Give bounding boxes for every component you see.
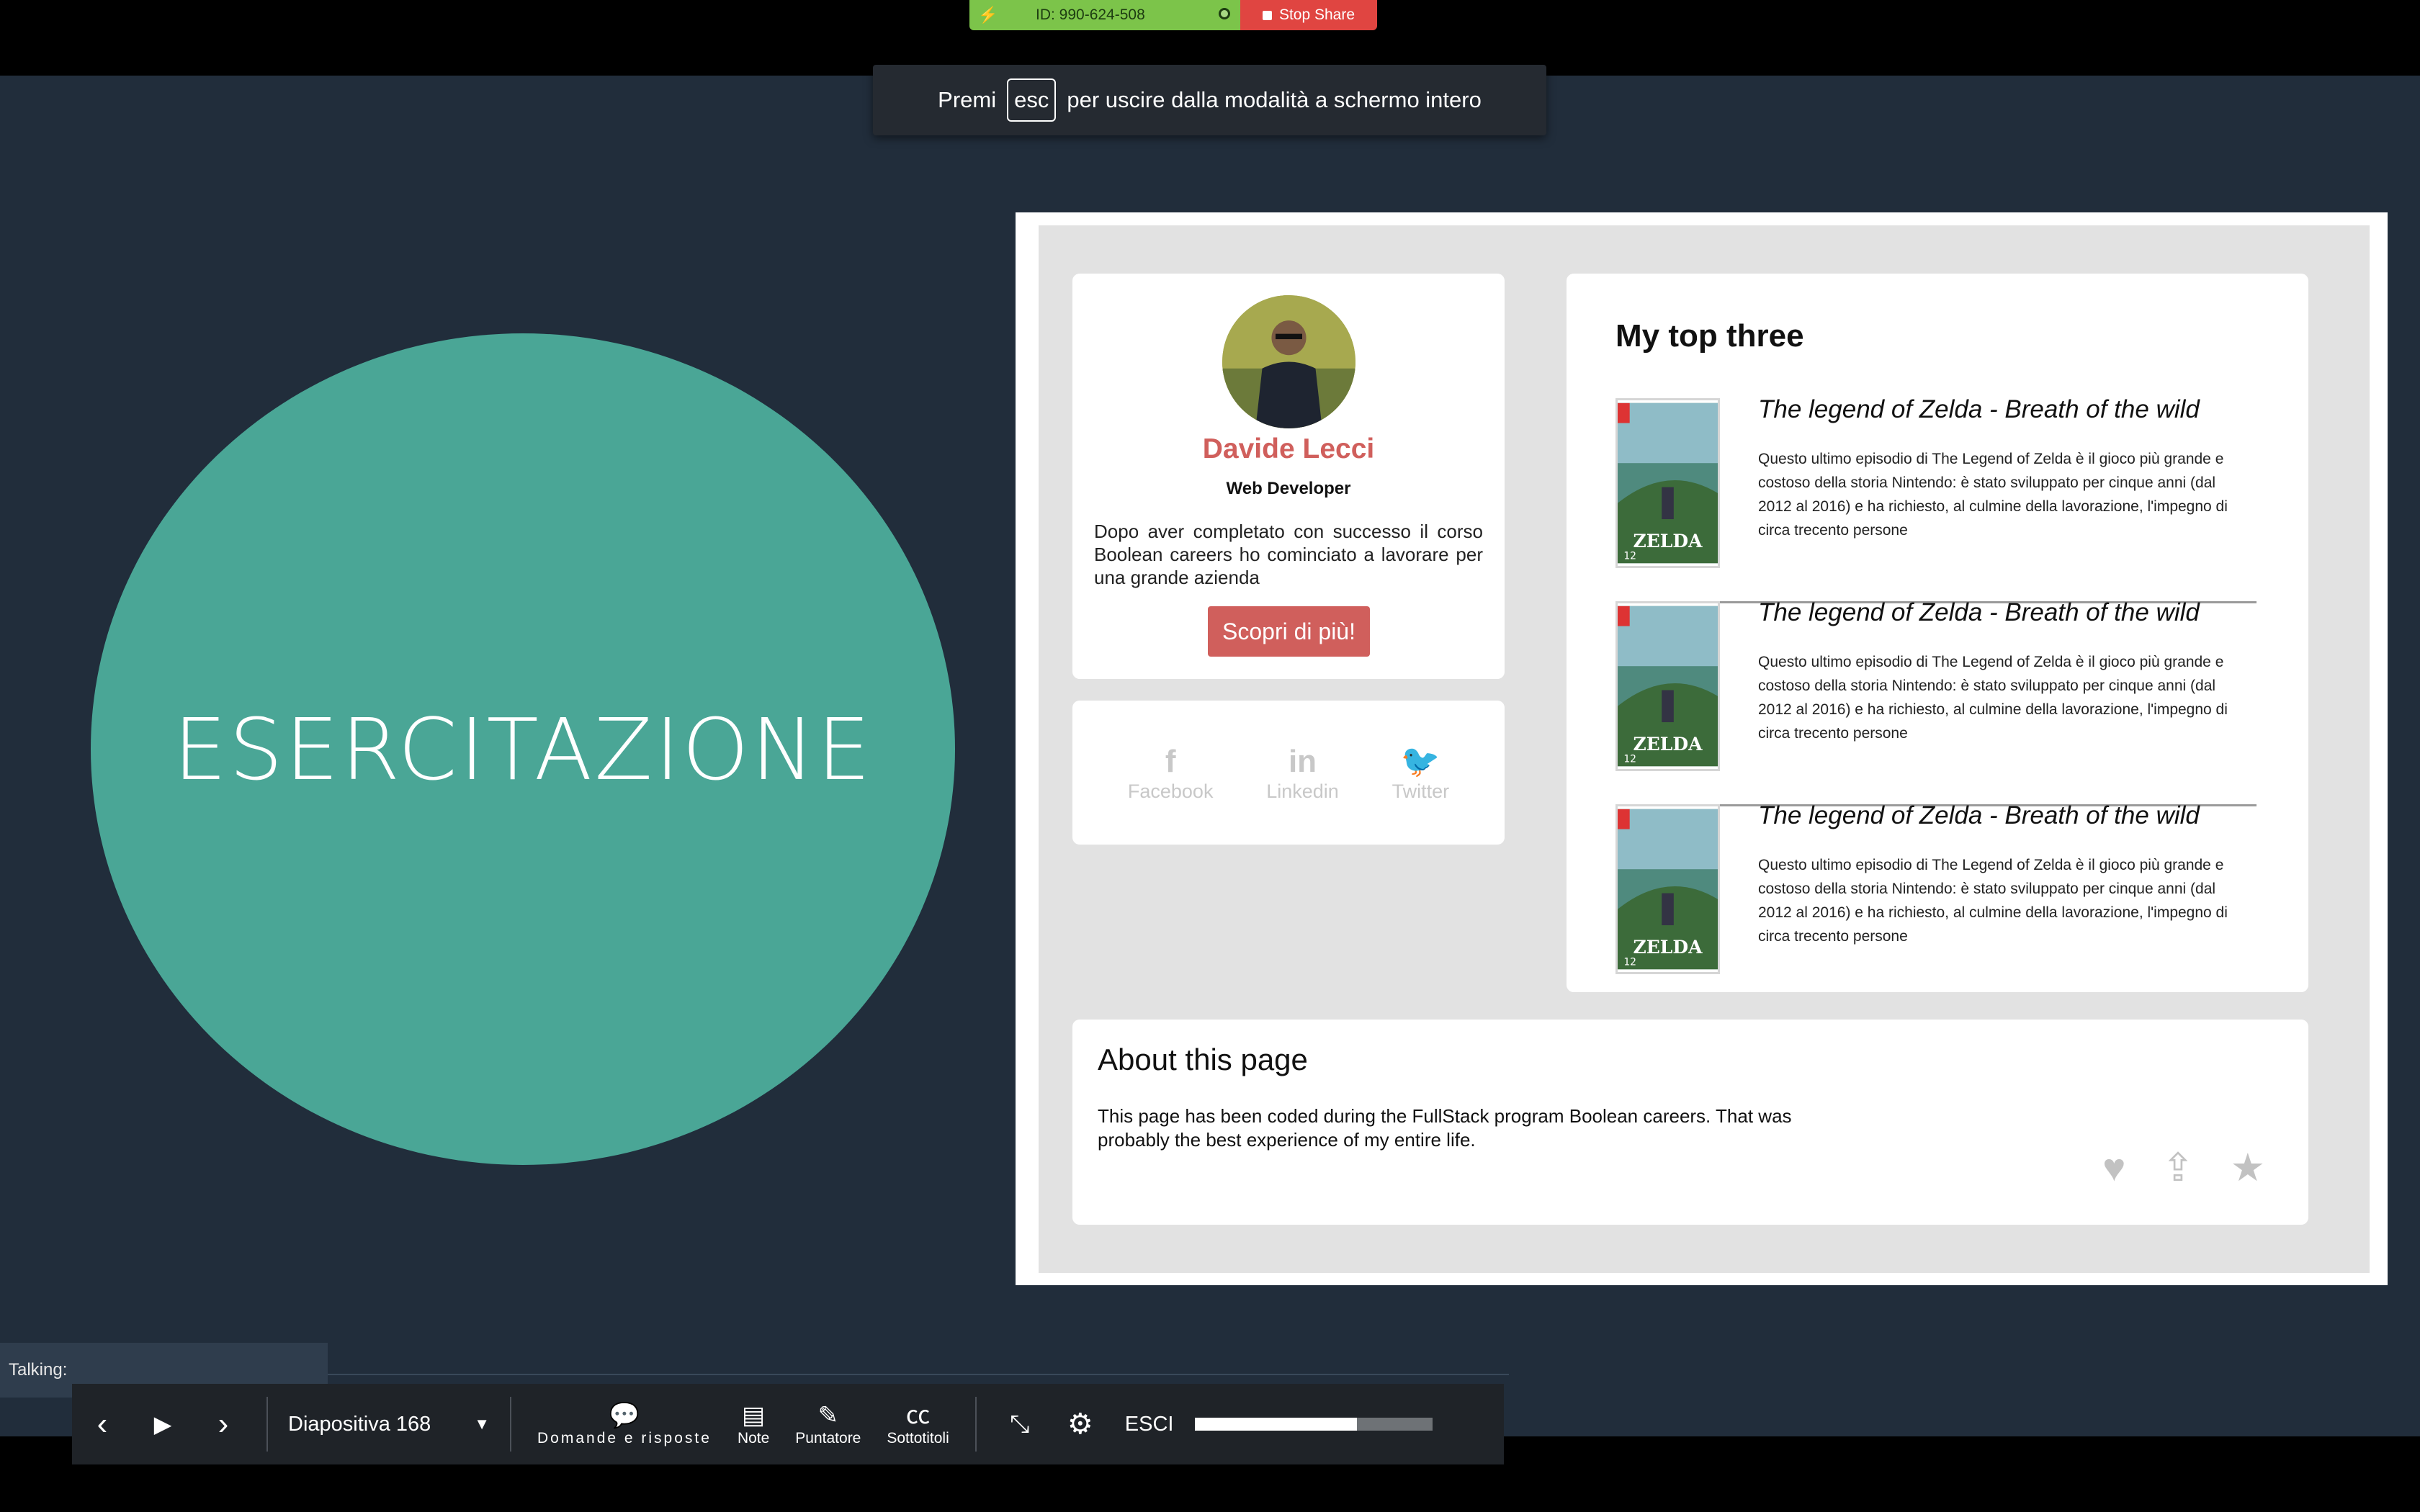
exercise-screenshot: Davide Lecci Web Developer Dopo aver com… bbox=[1016, 212, 2388, 1285]
svg-text:ZELDA: ZELDA bbox=[1633, 531, 1703, 552]
game-description: Questo ultimo episodio di The Legend of … bbox=[1758, 654, 2228, 742]
facebook-icon: f bbox=[1165, 743, 1176, 779]
discover-more-button[interactable]: Scopri di più! bbox=[1208, 606, 1370, 657]
game-item: ZELDA 12 The legend of Zelda - Breath of… bbox=[1615, 598, 2257, 806]
game-cover-image: ZELDA 12 bbox=[1615, 804, 1720, 974]
toolbar-divider bbox=[266, 1397, 268, 1452]
svg-text:ZELDA: ZELDA bbox=[1633, 734, 1703, 755]
toast-suffix: per uscire dalla modalità a schermo inte… bbox=[1067, 87, 1482, 112]
game-description: Questo ultimo episodio di The Legend of … bbox=[1758, 857, 2228, 945]
social-card: f Facebook in Linkedin 🐦 Twitter bbox=[1072, 701, 1505, 845]
social-label: Facebook bbox=[1127, 780, 1214, 802]
pointer-label: Puntatore bbox=[795, 1430, 861, 1446]
about-text: This page has been coded during the Full… bbox=[1098, 1105, 1792, 1151]
captions-label: Sottotitoli bbox=[887, 1430, 949, 1446]
qa-label: Domande e risposte bbox=[537, 1430, 712, 1446]
gear-icon[interactable]: ⚙ bbox=[1050, 1408, 1111, 1441]
top-three-title: My top three bbox=[1615, 318, 1804, 354]
avatar bbox=[1222, 295, 1355, 428]
share-icon[interactable]: ⇪ bbox=[2161, 1146, 2194, 1189]
linkedin-icon: in bbox=[1288, 743, 1317, 779]
game-description: Questo ultimo episodio di The Legend of … bbox=[1758, 451, 2228, 539]
social-label: Linkedin bbox=[1266, 780, 1339, 802]
next-slide-button[interactable]: › bbox=[193, 1406, 254, 1442]
toolbar-divider bbox=[510, 1397, 511, 1452]
pointer-button[interactable]: ✎ Puntatore bbox=[795, 1401, 861, 1447]
profile-card: Davide Lecci Web Developer Dopo aver com… bbox=[1072, 274, 1505, 679]
chevron-down-icon: ▼ bbox=[474, 1415, 490, 1433]
meeting-id-pill[interactable]: ⚡ ID: 990-624-508 bbox=[969, 0, 1240, 30]
about-title: About this page bbox=[1098, 1043, 1308, 1076]
profile-role: Web Developer bbox=[1226, 479, 1351, 498]
star-icon[interactable]: ★ bbox=[2231, 1146, 2265, 1189]
presentation-toolbar: ‹ ▶ › Diapositiva 168 ▼ 💬 Domande e risp… bbox=[72, 1384, 1504, 1464]
progress-bar[interactable] bbox=[1195, 1418, 1433, 1431]
stop-share-label: Stop Share bbox=[1278, 6, 1355, 23]
screenshot-page: Davide Lecci Web Developer Dopo aver com… bbox=[1039, 225, 2370, 1273]
slide-selector[interactable]: Diapositiva 168 ▼ bbox=[281, 1413, 497, 1436]
fullscreen-exit-toast: Premi esc per uscire dalla modalità a sc… bbox=[873, 65, 1546, 135]
game-title: The legend of Zelda - Breath of the wild bbox=[1758, 598, 2200, 626]
captions-button[interactable]: ㏄ Sottotitoli bbox=[887, 1401, 949, 1447]
exit-button[interactable]: ESCI bbox=[1125, 1413, 1174, 1436]
profile-name: Davide Lecci bbox=[1202, 433, 1375, 464]
slide-title: ESERCITAZIONE bbox=[173, 699, 873, 799]
heart-icon[interactable]: ♥ bbox=[2102, 1146, 2125, 1189]
twitter-icon: 🐦 bbox=[1400, 743, 1440, 779]
pointer-icon: ✎ bbox=[817, 1402, 839, 1429]
progress-fill bbox=[1195, 1418, 1357, 1431]
toast-prefix: Premi bbox=[938, 87, 997, 112]
previous-slide-button[interactable]: ‹ bbox=[72, 1406, 133, 1442]
talking-label: Talking: bbox=[9, 1360, 68, 1380]
notes-icon: ▤ bbox=[742, 1402, 766, 1429]
chat-bubbles-icon: 💬 bbox=[609, 1402, 640, 1429]
captions-icon: ㏄ bbox=[905, 1402, 931, 1429]
game-title: The legend of Zelda - Breath of the wild bbox=[1758, 395, 2200, 423]
notes-button[interactable]: ▤ Note bbox=[738, 1401, 769, 1447]
game-cover-image: ZELDA 12 bbox=[1615, 398, 1720, 568]
svg-text:12: 12 bbox=[1623, 957, 1636, 968]
about-card: About this page This page has been coded… bbox=[1072, 1020, 2308, 1225]
game-item: ZELDA 12 The legend of Zelda - Breath of… bbox=[1615, 801, 2257, 1007]
game-cover-image: ZELDA 12 bbox=[1615, 601, 1720, 771]
social-linkedin[interactable]: in Linkedin bbox=[1266, 743, 1339, 803]
recording-indicator-icon bbox=[1219, 8, 1230, 19]
play-button[interactable]: ▶ bbox=[133, 1410, 193, 1438]
slide-title-circle: ESERCITAZIONE bbox=[91, 333, 955, 1165]
toolbar-divider bbox=[974, 1397, 977, 1452]
stop-share-button[interactable]: Stop Share bbox=[1240, 0, 1377, 30]
top-three-card: My top three ZELDA 12 The legend of Zeld… bbox=[1567, 274, 2308, 992]
meeting-id: ID: 990-624-508 bbox=[1036, 6, 1145, 23]
svg-text:ZELDA: ZELDA bbox=[1633, 937, 1703, 958]
exit-fullscreen-icon[interactable]: ⤡ bbox=[990, 1410, 1050, 1439]
game-title: The legend of Zelda - Breath of the wild bbox=[1758, 801, 2200, 829]
social-label: Twitter bbox=[1392, 780, 1450, 802]
qa-button[interactable]: 💬 Domande e risposte bbox=[537, 1401, 712, 1447]
social-facebook[interactable]: f Facebook bbox=[1128, 743, 1214, 803]
screen-share-bar: ⚡ ID: 990-624-508 Stop Share bbox=[969, 0, 1377, 30]
profile-description: Dopo aver completato con successo il cor… bbox=[1094, 521, 1483, 588]
slide-selector-label: Diapositiva 168 bbox=[288, 1412, 431, 1436]
stop-icon bbox=[1262, 10, 1272, 20]
svg-text:12: 12 bbox=[1623, 754, 1636, 765]
bolt-icon: ⚡ bbox=[978, 6, 998, 24]
game-item: ZELDA 12 The legend of Zelda - Breath of… bbox=[1615, 395, 2257, 603]
notes-label: Note bbox=[737, 1430, 770, 1446]
social-twitter[interactable]: 🐦 Twitter bbox=[1392, 743, 1450, 803]
about-actions: ♥ ⇪ ★ bbox=[2102, 1146, 2265, 1189]
esc-key-badge: esc bbox=[1007, 78, 1057, 122]
svg-text:12: 12 bbox=[1623, 551, 1636, 562]
